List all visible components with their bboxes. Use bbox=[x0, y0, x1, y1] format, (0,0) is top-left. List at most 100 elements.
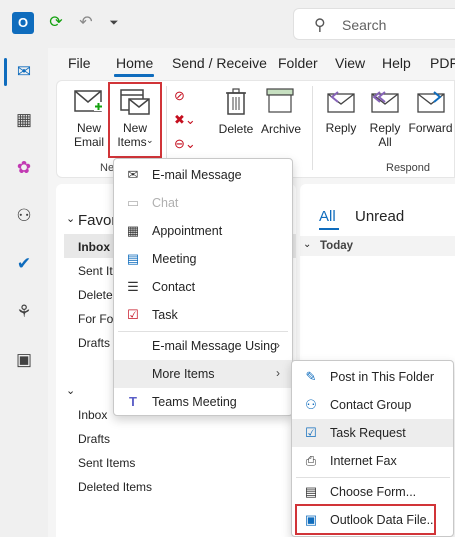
folder-followup-fav[interactable]: For Fo bbox=[78, 312, 113, 326]
favorites-header[interactable]: Favor bbox=[78, 212, 116, 229]
menu-item-task-request[interactable]: ☑ Task Request bbox=[292, 419, 453, 447]
menu-item-label: Contact bbox=[152, 280, 196, 294]
forward-icon bbox=[417, 91, 445, 113]
collapse-favorites-icon[interactable]: ⌄ bbox=[66, 212, 75, 225]
menu-item-email-message-using[interactable]: E-mail Message Using › bbox=[114, 332, 292, 360]
tab-send-receive[interactable]: Send / Receive bbox=[172, 55, 267, 71]
tab-view[interactable]: View bbox=[335, 55, 365, 71]
junk-icon[interactable]: ⊖⌄ bbox=[174, 136, 204, 156]
highlight-outlook-data-file bbox=[295, 504, 436, 535]
tab-pdf[interactable]: PDF- bbox=[430, 55, 455, 71]
folder-sent-fav[interactable]: Sent It bbox=[78, 264, 113, 278]
tab-help[interactable]: Help bbox=[382, 55, 411, 71]
folder-inbox[interactable]: Inbox bbox=[78, 408, 107, 422]
reply-all-button[interactable]: Reply All bbox=[364, 88, 406, 154]
calendar-icon[interactable]: ▦ bbox=[12, 108, 36, 132]
copilot-icon[interactable]: ✿ bbox=[12, 156, 36, 180]
filter-unread-tab[interactable]: Unread bbox=[355, 208, 404, 225]
outlook-logo-icon: O bbox=[12, 12, 34, 34]
task-clipboard-icon: ☑ bbox=[127, 307, 139, 322]
menu-item-meeting[interactable]: ▤ Meeting bbox=[114, 245, 292, 273]
menu-item-label: E-mail Message bbox=[152, 168, 242, 182]
menu-item-post-in-this-folder[interactable]: ✎ Post in This Folder bbox=[292, 363, 453, 391]
menu-item-choose-form[interactable]: ▤ Choose Form... bbox=[292, 478, 453, 506]
forward-label: Forward bbox=[408, 121, 453, 135]
form-icon: ▤ bbox=[304, 484, 318, 499]
menu-item-label: Contact Group bbox=[330, 398, 412, 412]
task-request-icon: ☑ bbox=[305, 425, 317, 440]
clean-up-icon[interactable]: ✖⌄ bbox=[174, 112, 204, 132]
new-email-icon bbox=[74, 90, 103, 112]
tab-home[interactable]: Home bbox=[116, 55, 153, 71]
search-icon: ⚲ bbox=[314, 17, 326, 34]
rail-selection-indicator bbox=[4, 58, 7, 86]
ignore-icon[interactable]: ⊘ bbox=[174, 88, 204, 108]
menu-item-internet-fax[interactable]: ⎙ Internet Fax bbox=[292, 447, 453, 475]
tab-folder[interactable]: Folder bbox=[278, 55, 318, 71]
new-items-menu: ✉ E-mail Message ▭ Chat ▦ Appointment ▤ … bbox=[113, 158, 293, 416]
menu-item-label: Choose Form... bbox=[330, 485, 417, 499]
new-email-label-2: Email bbox=[73, 135, 104, 149]
menu-item-label: More Items bbox=[152, 367, 215, 381]
menu-item-label: Task Request bbox=[330, 426, 406, 440]
collapse-account-icon[interactable]: ⌄ bbox=[66, 384, 75, 397]
reply-button[interactable]: Reply bbox=[320, 88, 362, 148]
fax-icon: ⎙ bbox=[305, 453, 317, 468]
mail-icon[interactable]: ✉ bbox=[12, 60, 36, 84]
highlight-new-items bbox=[108, 82, 162, 158]
folder-deleted-fav[interactable]: Delete bbox=[78, 288, 113, 302]
menu-item-label: Meeting bbox=[152, 252, 197, 266]
new-email-button[interactable]: New Email bbox=[66, 88, 112, 154]
search-placeholder: Search bbox=[342, 17, 387, 33]
customize-toolbar-icon[interactable]: ⏷ bbox=[104, 13, 124, 33]
reply-all-label-1: Reply bbox=[369, 121, 401, 135]
reply-all-icon bbox=[371, 91, 399, 113]
folder-deleted-items[interactable]: Deleted Items bbox=[78, 480, 152, 494]
teams-icon: T bbox=[129, 394, 137, 409]
group-new-label: Ne bbox=[100, 162, 115, 174]
todo-icon[interactable]: ✔ bbox=[12, 252, 36, 276]
active-tab-indicator bbox=[114, 74, 154, 77]
collapse-group-icon[interactable]: ⌄ bbox=[303, 239, 311, 250]
menu-item-appointment[interactable]: ▦ Appointment bbox=[114, 217, 292, 245]
menu-item-email-message[interactable]: ✉ E-mail Message bbox=[114, 161, 292, 189]
reply-label: Reply bbox=[325, 121, 357, 135]
menu-item-label: Internet Fax bbox=[330, 454, 397, 468]
forward-button[interactable]: Forward bbox=[406, 88, 455, 148]
menu-item-contact-group[interactable]: ⚇ Contact Group bbox=[292, 391, 453, 419]
delete-label: Delete bbox=[218, 122, 254, 136]
menu-item-more-items[interactable]: More Items › bbox=[114, 360, 292, 388]
archive-icon bbox=[266, 88, 294, 113]
group-respond-label: Respond bbox=[386, 162, 431, 174]
menu-item-contact[interactable]: ☰ Contact bbox=[114, 273, 292, 301]
chevron-right-icon: › bbox=[276, 338, 280, 352]
folder-sent-items[interactable]: Sent Items bbox=[78, 456, 135, 470]
folder-drafts-fav[interactable]: Drafts bbox=[78, 336, 110, 350]
menu-item-chat: ▭ Chat bbox=[114, 189, 292, 217]
calendar-icon: ▦ bbox=[126, 223, 140, 238]
groups-icon[interactable]: ⚘ bbox=[12, 300, 36, 324]
menu-item-label: Chat bbox=[152, 196, 179, 210]
tab-file[interactable]: File bbox=[68, 55, 91, 71]
trash-icon bbox=[226, 88, 246, 115]
more-apps-icon[interactable]: ▣ bbox=[12, 348, 36, 372]
folder-inbox-fav[interactable]: Inbox bbox=[78, 240, 110, 254]
people-icon[interactable]: ⚇ bbox=[12, 204, 36, 228]
menu-item-label: Appointment bbox=[152, 224, 223, 238]
menu-item-teams-meeting[interactable]: T Teams Meeting bbox=[114, 388, 292, 416]
search-box[interactable]: ⚲ Search bbox=[293, 8, 455, 40]
reply-all-label-2: All bbox=[378, 135, 392, 149]
archive-label: Archive bbox=[260, 122, 301, 136]
undo-icon[interactable]: ↶ bbox=[76, 13, 96, 33]
chat-icon: ▭ bbox=[126, 195, 140, 210]
meeting-icon: ▤ bbox=[126, 251, 140, 266]
contact-card-icon: ☰ bbox=[127, 279, 139, 294]
menu-item-label: Post in This Folder bbox=[330, 370, 434, 384]
sync-icon[interactable]: ⟳ bbox=[46, 13, 66, 33]
menu-item-task[interactable]: ☑ Task bbox=[114, 301, 292, 329]
archive-button[interactable]: Archive bbox=[258, 88, 304, 148]
ribbon-separator bbox=[312, 86, 313, 170]
folder-drafts[interactable]: Drafts bbox=[78, 432, 110, 446]
filter-all-tab[interactable]: All bbox=[319, 208, 336, 225]
delete-button[interactable]: Delete bbox=[216, 88, 256, 148]
